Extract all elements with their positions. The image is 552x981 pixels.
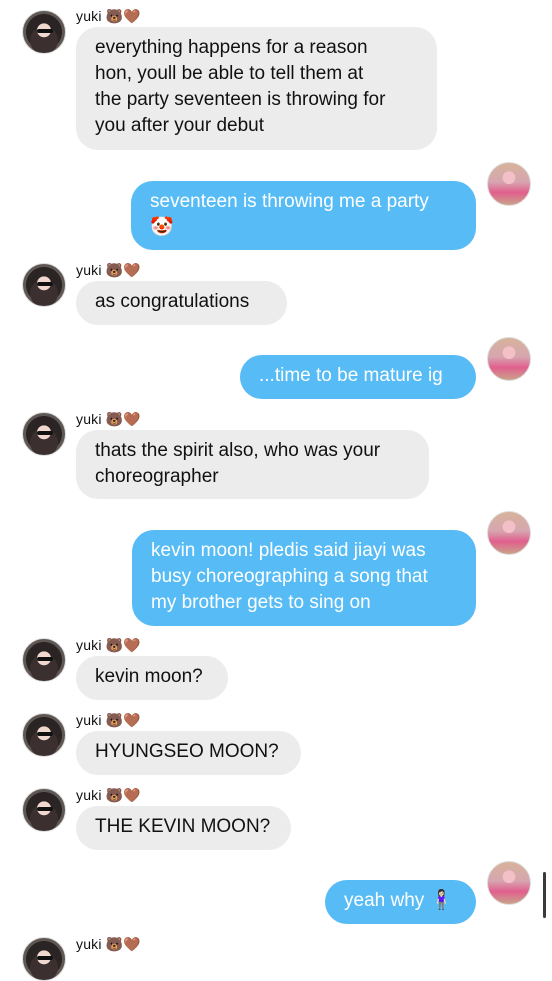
my-avatar[interactable] bbox=[487, 511, 531, 555]
yuki-avatar[interactable] bbox=[22, 788, 66, 832]
sender-name-emoji: 🐻🤎 bbox=[105, 8, 141, 24]
message-bubble-incoming[interactable]: everything happens for a reason hon, you… bbox=[76, 27, 437, 150]
message-bubble-incoming[interactable]: thats the spirit also, who was your chor… bbox=[76, 430, 429, 499]
sender-name: yuki 🐻🤎 bbox=[76, 712, 141, 728]
yuki-avatar[interactable] bbox=[22, 937, 66, 981]
message-bubble-incoming[interactable]: HYUNGSEO MOON? bbox=[76, 731, 301, 775]
message-bubble-incoming[interactable]: as congratulations bbox=[76, 281, 287, 325]
sender-name-emoji: 🐻🤎 bbox=[105, 262, 141, 278]
message-bubble-incoming[interactable]: THE KEVIN MOON? bbox=[76, 806, 291, 850]
message-bubble-outgoing[interactable]: kevin moon! pledis said jiayi was busy c… bbox=[132, 530, 476, 626]
my-avatar[interactable] bbox=[487, 162, 531, 206]
sender-name-emoji: 🐻🤎 bbox=[105, 712, 141, 728]
sender-name: yuki 🐻🤎 bbox=[76, 262, 141, 278]
sender-name: yuki 🐻🤎 bbox=[76, 637, 141, 653]
my-avatar[interactable] bbox=[487, 861, 531, 905]
sender-name: yuki 🐻🤎 bbox=[76, 787, 141, 803]
message-bubble-outgoing[interactable]: ...time to be mature ig bbox=[240, 355, 476, 399]
yuki-avatar[interactable] bbox=[22, 713, 66, 757]
scrollbar[interactable] bbox=[543, 872, 546, 918]
yuki-avatar[interactable] bbox=[22, 412, 66, 456]
my-avatar[interactable] bbox=[487, 337, 531, 381]
sender-name-emoji: 🐻🤎 bbox=[105, 936, 141, 952]
message-bubble-outgoing[interactable]: yeah why 🧍🏻‍♀️ bbox=[325, 880, 476, 924]
sender-name-text: yuki bbox=[76, 637, 102, 653]
sender-name-emoji: 🐻🤎 bbox=[105, 637, 141, 653]
sender-name: yuki 🐻🤎 bbox=[76, 411, 141, 427]
yuki-avatar[interactable] bbox=[22, 10, 66, 54]
sender-name-text: yuki bbox=[76, 411, 102, 427]
yuki-avatar[interactable] bbox=[22, 263, 66, 307]
sender-name-text: yuki bbox=[76, 8, 102, 24]
sender-name: yuki 🐻🤎 bbox=[76, 936, 141, 952]
sender-name-emoji: 🐻🤎 bbox=[105, 411, 141, 427]
sender-name-emoji: 🐻🤎 bbox=[105, 787, 141, 803]
sender-name: yuki 🐻🤎 bbox=[76, 8, 141, 24]
yuki-avatar[interactable] bbox=[22, 638, 66, 682]
message-bubble-incoming[interactable]: kevin moon? bbox=[76, 656, 228, 700]
sender-name-text: yuki bbox=[76, 936, 102, 952]
sender-name-text: yuki bbox=[76, 262, 102, 278]
message-bubble-outgoing[interactable]: seventeen is throwing me a party 🤡 bbox=[131, 181, 476, 250]
sender-name-text: yuki bbox=[76, 712, 102, 728]
sender-name-text: yuki bbox=[76, 787, 102, 803]
